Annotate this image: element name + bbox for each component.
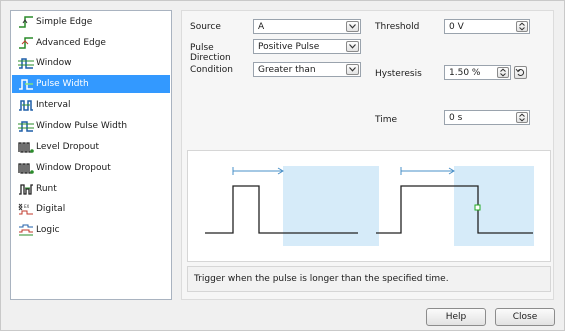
interval-icon [19, 100, 33, 111]
pulse-width-icon [19, 79, 33, 90]
trigger-type-label: Logic [36, 225, 60, 235]
trigger-type-label: Runt [36, 184, 57, 194]
trigger-point-marker [474, 204, 481, 211]
close-button[interactable]: Close [495, 308, 555, 326]
pulse-width-diagram [187, 150, 551, 262]
threshold-value: 0 V [449, 21, 464, 32]
trigger-type-window-pulse-width[interactable]: Window Pulse Width [12, 117, 170, 135]
time-field[interactable]: 0 s [444, 110, 530, 125]
threshold-label: Threshold [375, 22, 420, 32]
trigger-type-label: Advanced Edge [36, 38, 106, 48]
trigger-type-label: Level Dropout [36, 142, 100, 152]
threshold-field[interactable]: 0 V [444, 19, 530, 34]
spin-updown-icon[interactable] [516, 112, 528, 123]
condition-label: Condition [190, 65, 233, 75]
pulse-direction-value: Positive Pulse [258, 41, 320, 52]
trigger-type-label: Window Dropout [36, 163, 111, 173]
trigger-type-window[interactable]: Window [12, 54, 170, 72]
window-pulse-width-icon [18, 121, 34, 132]
condition-select[interactable]: Greater than [253, 62, 361, 77]
source-label: Source [190, 22, 221, 32]
hysteresis-value: 1.50 % [449, 67, 481, 78]
trigger-type-label: Interval [36, 100, 71, 110]
advanced-edge-icon [19, 37, 33, 49]
runt-icon [19, 184, 33, 195]
trigger-type-interval[interactable]: Interval [12, 96, 170, 114]
trigger-type-list[interactable]: Simple Edge Advanced Edge Window Pulse W… [10, 10, 172, 300]
trigger-type-label: Pulse Width [36, 79, 89, 89]
time-window-shade [454, 166, 534, 246]
trigger-type-label: Simple Edge [36, 17, 93, 27]
trigger-type-runt[interactable]: Runt [12, 180, 170, 198]
trigger-type-window-dropout[interactable]: Window Dropout [12, 159, 170, 177]
time-label: Time [375, 115, 398, 125]
spin-updown-icon[interactable] [516, 21, 528, 32]
hysteresis-field[interactable]: 1.50 % [444, 65, 511, 80]
window-icon [18, 58, 34, 69]
chevron-down-icon[interactable] [346, 64, 359, 75]
trigger-type-advanced-edge[interactable]: Advanced Edge [12, 34, 170, 52]
trigger-type-logic[interactable]: Logic [12, 221, 170, 239]
source-select[interactable]: A [253, 19, 361, 34]
chevron-down-icon[interactable] [346, 21, 359, 32]
trigger-type-digital[interactable]: EX Digital [12, 200, 170, 218]
spin-updown-icon[interactable] [497, 67, 509, 78]
time-window-shade [283, 166, 379, 246]
pulse-direction-label: Pulse Direction [190, 43, 231, 63]
source-value: A [258, 21, 265, 32]
trigger-type-label: Window Pulse Width [36, 121, 128, 131]
time-value: 0 s [449, 112, 463, 123]
pulse-waveform-illustration [205, 166, 534, 246]
window-dropout-icon [18, 163, 34, 174]
trigger-description: Trigger when the pulse is longer than th… [187, 266, 551, 292]
trigger-type-level-dropout[interactable]: Level Dropout [12, 138, 170, 156]
condition-value: Greater than [258, 64, 316, 75]
logic-icon [19, 224, 33, 236]
digital-icon: EX [18, 203, 33, 215]
trigger-type-pulse-width[interactable]: Pulse Width [12, 75, 170, 93]
help-button[interactable]: Help [426, 308, 486, 326]
hysteresis-label: Hysteresis [375, 69, 422, 79]
simple-edge-icon [19, 16, 33, 28]
pulse-direction-select[interactable]: Positive Pulse [253, 39, 361, 54]
svg-text:EX: EX [24, 204, 30, 209]
trigger-type-simple-edge[interactable]: Simple Edge [12, 13, 170, 31]
trigger-type-label: Digital [36, 204, 66, 214]
trigger-dialog: Simple Edge Advanced Edge Window Pulse W… [0, 0, 565, 331]
trigger-type-label: Window [36, 58, 72, 68]
reset-hysteresis-icon[interactable] [514, 66, 527, 79]
level-dropout-icon [18, 142, 34, 153]
chevron-down-icon[interactable] [346, 41, 359, 52]
